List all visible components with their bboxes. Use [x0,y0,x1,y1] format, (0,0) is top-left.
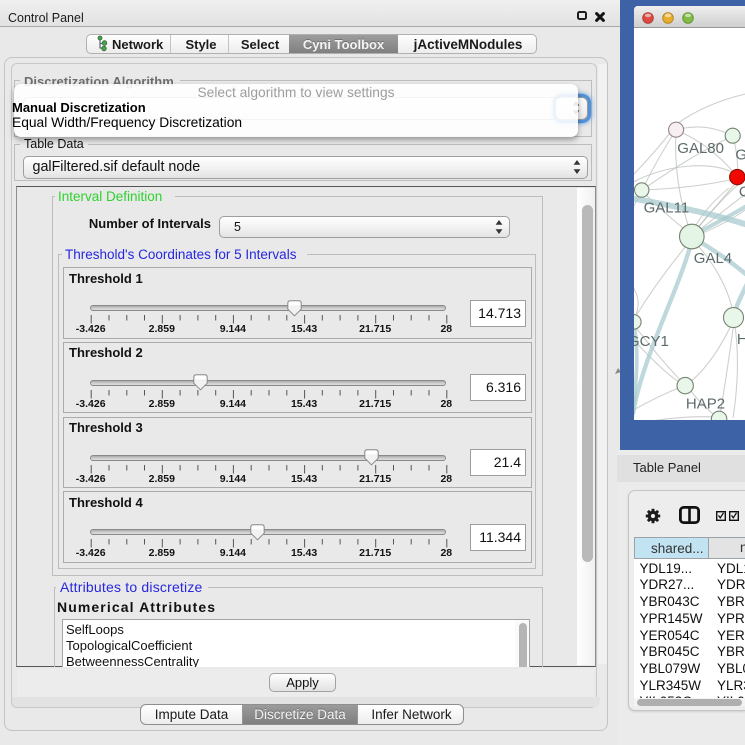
svg-text:HI: HI [736,330,745,347]
svg-text:C: C [738,183,745,200]
svg-text:GAL11: GAL11 [643,199,689,216]
svg-text:GAL80: GAL80 [677,139,724,156]
svg-text:GAL4: GAL4 [693,250,731,267]
svg-text:GCY1: GCY1 [634,333,669,350]
svg-text:GA: GA [735,146,745,163]
svg-text:HAP2: HAP2 [685,395,724,412]
